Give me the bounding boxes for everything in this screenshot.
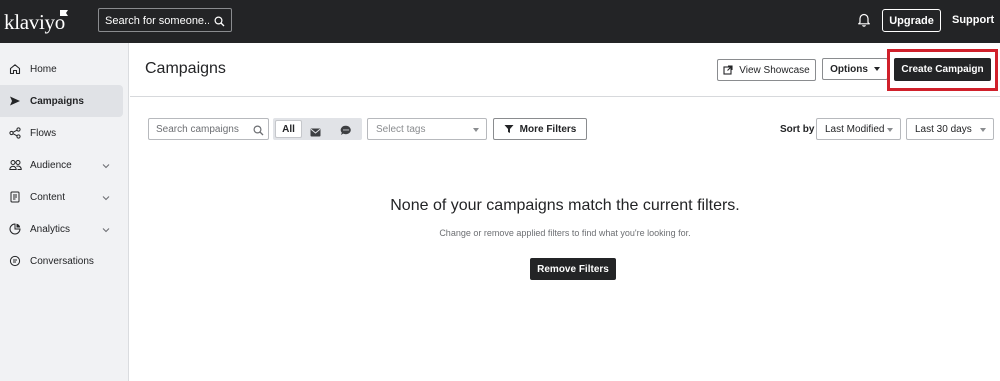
more-filters-label: More Filters: [519, 123, 577, 135]
upgrade-button[interactable]: Upgrade: [882, 9, 941, 32]
sort-select[interactable]: Last Modified: [816, 118, 901, 140]
sidebar-item-audience[interactable]: Audience: [0, 149, 123, 181]
sidebar-item-label: Analytics: [30, 223, 71, 235]
sort-by-label: Sort by: [780, 124, 815, 135]
external-link-icon: [723, 65, 733, 75]
empty-state-title: None of your campaigns match the current…: [390, 197, 740, 214]
caret-down-icon: [473, 128, 479, 132]
caret-down-icon: [980, 128, 986, 132]
audience-icon: [8, 158, 22, 172]
sidebar-item-conversations[interactable]: Conversations: [0, 245, 123, 277]
campaigns-send-icon: [8, 94, 22, 108]
sidebar-item-label: Content: [30, 191, 66, 203]
options-dropdown-button[interactable]: Options: [822, 58, 888, 80]
email-channel-icon[interactable]: [310, 124, 321, 142]
sidebar-item-label: Conversations: [30, 255, 94, 267]
view-showcase-label: View Showcase: [739, 64, 810, 76]
home-icon: [8, 62, 22, 76]
sidebar-item-home[interactable]: Home: [0, 53, 123, 85]
filter-funnel-icon: [504, 124, 514, 134]
analytics-icon: [8, 222, 22, 236]
channel-all-button[interactable]: All: [275, 120, 302, 138]
notifications-bell-icon[interactable]: [857, 12, 871, 32]
klaviyo-logo[interactable]: klaviyo: [4, 10, 65, 35]
global-search-input[interactable]: [105, 13, 209, 28]
campaign-search-box[interactable]: [148, 118, 269, 140]
options-label: Options: [830, 63, 868, 75]
tags-select[interactable]: Select tags: [367, 118, 487, 140]
sidebar-item-flows[interactable]: Flows: [0, 117, 123, 149]
header-divider: [130, 96, 1000, 97]
channel-filter-toggle: All: [273, 118, 362, 140]
create-campaign-button[interactable]: Create Campaign: [894, 58, 991, 81]
content-icon: [8, 190, 22, 204]
chevron-down-icon[interactable]: [102, 193, 110, 204]
view-showcase-button[interactable]: View Showcase: [717, 59, 816, 81]
sidebar-item-content[interactable]: Content: [0, 181, 123, 213]
chevron-down-icon[interactable]: [102, 161, 110, 172]
sms-channel-icon[interactable]: [340, 123, 352, 141]
caret-down-icon: [873, 67, 880, 71]
sort-select-value: Last Modified: [825, 124, 885, 135]
flows-icon: [8, 126, 22, 140]
sidebar: Home Campaigns Flows Audience Content An…: [0, 43, 129, 381]
chevron-down-icon[interactable]: [102, 225, 110, 236]
caret-down-icon: [887, 128, 893, 132]
remove-filters-button[interactable]: Remove Filters: [530, 258, 616, 280]
sidebar-item-label: Audience: [30, 159, 72, 171]
sidebar-item-label: Campaigns: [30, 95, 84, 107]
date-range-value: Last 30 days: [915, 124, 972, 135]
top-navigation-bar: klaviyo Upgrade Support: [0, 0, 1000, 43]
sidebar-item-analytics[interactable]: Analytics: [0, 213, 123, 245]
support-link[interactable]: Support: [952, 14, 994, 26]
conversations-icon: [8, 254, 22, 268]
logo-flag-icon: [60, 10, 68, 16]
sidebar-item-campaigns[interactable]: Campaigns: [0, 85, 123, 117]
page-title: Campaigns: [145, 60, 226, 77]
empty-state-subtitle: Change or remove applied filters to find…: [439, 228, 691, 238]
date-range-select[interactable]: Last 30 days: [906, 118, 994, 140]
tags-select-placeholder: Select tags: [376, 124, 426, 135]
search-icon[interactable]: [214, 14, 225, 32]
search-icon[interactable]: [253, 123, 264, 141]
sidebar-item-label: Flows: [30, 127, 57, 139]
global-search-box[interactable]: [98, 8, 232, 32]
sidebar-item-label: Home: [30, 63, 57, 75]
campaign-search-input[interactable]: [156, 123, 246, 136]
more-filters-button[interactable]: More Filters: [493, 118, 587, 140]
